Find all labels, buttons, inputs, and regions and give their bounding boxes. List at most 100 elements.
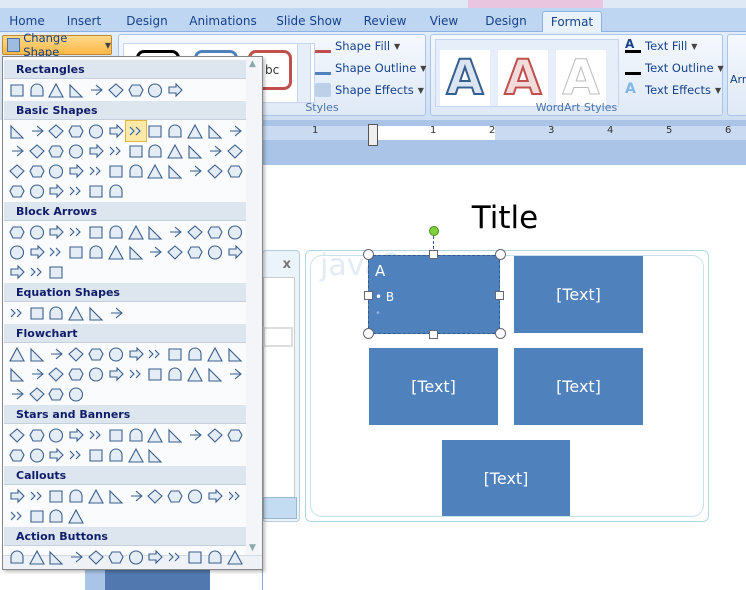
shape-icon[interactable]: [126, 425, 146, 445]
shape-icon[interactable]: [185, 364, 205, 384]
shape-icon[interactable]: [66, 364, 86, 384]
shape-icon[interactable]: [106, 445, 126, 465]
shape-icon[interactable]: [205, 121, 225, 141]
shape-icon[interactable]: [146, 161, 166, 181]
shape-icon[interactable]: [225, 222, 245, 242]
shape-icon[interactable]: [165, 80, 185, 100]
shape-icon[interactable]: [27, 242, 47, 262]
shape-icon[interactable]: [86, 445, 106, 465]
shape-icon[interactable]: [225, 425, 245, 445]
shape-icon[interactable]: [7, 242, 27, 262]
wordart-style[interactable]: A: [498, 49, 548, 107]
tab-slide-show[interactable]: Slide Show: [272, 11, 346, 33]
shape-icon[interactable]: [165, 547, 185, 567]
shape-icon[interactable]: [225, 547, 245, 567]
shape-icon[interactable]: [47, 384, 67, 404]
shape-icon[interactable]: [185, 222, 205, 242]
shape-icon[interactable]: [165, 161, 185, 181]
shape-icon[interactable]: [146, 222, 166, 242]
shape-icon[interactable]: [66, 242, 86, 262]
shape-icon[interactable]: [47, 121, 67, 141]
shape-icon[interactable]: [165, 222, 185, 242]
shape-icon[interactable]: [66, 445, 86, 465]
shape-icon[interactable]: [27, 121, 47, 141]
shape-icon[interactable]: [185, 121, 205, 141]
close-icon[interactable]: x: [283, 257, 291, 272]
shape-icon[interactable]: [7, 364, 27, 384]
tab-format[interactable]: Format: [542, 11, 602, 33]
shape-icon[interactable]: [27, 141, 47, 161]
shape-icon[interactable]: [27, 161, 47, 181]
shape-icon[interactable]: [86, 222, 106, 242]
resize-handle[interactable]: [495, 328, 506, 339]
wordart-style[interactable]: A: [556, 50, 606, 107]
shape-icon[interactable]: [165, 425, 185, 445]
shape-icon[interactable]: [7, 486, 27, 506]
text-pane-input[interactable]: [263, 327, 293, 347]
smartart-box[interactable]: [Text]: [514, 256, 643, 333]
change-shape-button[interactable]: Change Shape ▼: [2, 31, 112, 59]
shape-icon[interactable]: [165, 141, 185, 161]
shape-icon[interactable]: [165, 121, 185, 141]
resize-handle[interactable]: [429, 250, 438, 259]
tab-animations[interactable]: Animations: [186, 11, 260, 33]
shape-icon[interactable]: [106, 161, 126, 181]
shape-icon[interactable]: [47, 445, 67, 465]
shape-icon[interactable]: [146, 121, 166, 141]
shape-icon[interactable]: [47, 425, 67, 445]
shape-icon[interactable]: [225, 486, 245, 506]
shape-icon[interactable]: [106, 242, 126, 262]
shape-icon[interactable]: [146, 242, 166, 262]
shape-icon[interactable]: [124, 120, 147, 142]
shape-icon[interactable]: [7, 121, 27, 141]
shape-icon[interactable]: [205, 242, 225, 262]
shape-icon[interactable]: [225, 344, 245, 364]
shape-icon[interactable]: [27, 262, 47, 282]
shape-effects-button[interactable]: Shape Effects ▼: [315, 83, 424, 97]
shape-icon[interactable]: [106, 141, 126, 161]
resize-handle[interactable]: [495, 249, 506, 260]
shape-icon[interactable]: [205, 364, 225, 384]
shape-icon[interactable]: [47, 364, 67, 384]
arrange-label[interactable]: Arra: [730, 73, 746, 86]
text-pane-footer[interactable]: [263, 497, 297, 519]
shape-icon[interactable]: [86, 242, 106, 262]
shape-icon[interactable]: [146, 364, 166, 384]
shape-icon[interactable]: [47, 141, 67, 161]
text-effects-button[interactable]: A Text Effects ▼: [625, 82, 721, 97]
shape-icon[interactable]: [27, 303, 47, 323]
menu-scrollbar[interactable]: ▲ ▼: [246, 57, 262, 555]
shape-icon[interactable]: [7, 547, 27, 567]
rotation-handle[interactable]: [429, 226, 439, 236]
shape-icon[interactable]: [165, 486, 185, 506]
tab-insert[interactable]: Insert: [60, 11, 108, 33]
shape-icon[interactable]: [146, 486, 166, 506]
shape-icon[interactable]: [146, 425, 166, 445]
shape-icon[interactable]: [66, 141, 86, 161]
shape-icon[interactable]: [185, 486, 205, 506]
shape-icon[interactable]: [27, 80, 47, 100]
shape-icon[interactable]: [7, 303, 27, 323]
shape-icon[interactable]: [27, 364, 47, 384]
shape-icon[interactable]: [146, 141, 166, 161]
scroll-up-icon[interactable]: ▲: [249, 59, 256, 69]
shape-icon[interactable]: [47, 161, 67, 181]
shape-icon[interactable]: [86, 181, 106, 201]
smartart-box[interactable]: [Text]: [514, 348, 643, 425]
resize-handle[interactable]: [363, 328, 374, 339]
tab-home[interactable]: Home: [4, 11, 50, 33]
shape-icon[interactable]: [86, 121, 106, 141]
shape-icon[interactable]: [205, 161, 225, 181]
shape-icon[interactable]: [205, 425, 225, 445]
resize-handle[interactable]: [429, 330, 438, 339]
shape-icon[interactable]: [146, 445, 166, 465]
shape-icon[interactable]: [106, 80, 126, 100]
shape-icon[interactable]: [66, 486, 86, 506]
shape-icon[interactable]: [47, 547, 67, 567]
shape-icon[interactable]: [106, 486, 126, 506]
shape-icon[interactable]: [66, 181, 86, 201]
shape-icon[interactable]: [126, 486, 146, 506]
text-pane-list[interactable]: [263, 277, 295, 507]
shape-icon[interactable]: [126, 344, 146, 364]
shape-icon[interactable]: [7, 161, 27, 181]
